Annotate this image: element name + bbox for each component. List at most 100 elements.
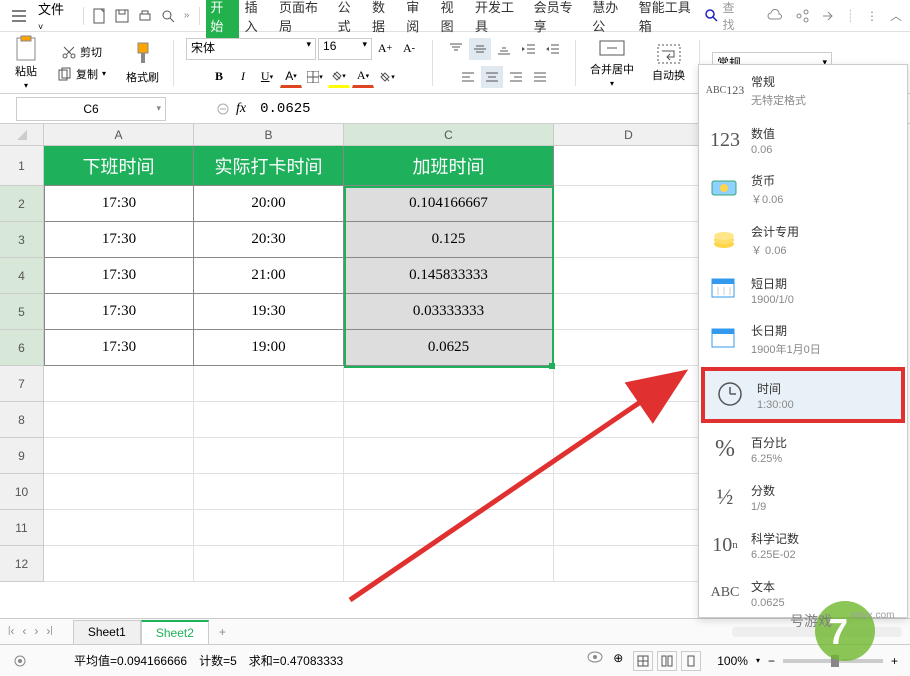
cell[interactable]: 19:00: [194, 330, 344, 366]
format-option-general[interactable]: ABC123常规无特定格式: [699, 65, 907, 116]
cell[interactable]: 17:30: [44, 294, 194, 330]
tab-view[interactable]: 视图: [437, 0, 469, 39]
cell[interactable]: 20:30: [194, 222, 344, 258]
cell[interactable]: 0.104166667: [344, 186, 554, 222]
cell[interactable]: [194, 366, 344, 402]
row-header-5[interactable]: 5: [0, 294, 44, 330]
tab-smart-tools[interactable]: 智能工具箱: [635, 0, 704, 39]
share-icon[interactable]: [795, 9, 809, 23]
print-icon[interactable]: [135, 5, 156, 27]
row-header-2[interactable]: 2: [0, 186, 44, 222]
collapse-ribbon-icon[interactable]: ︿: [890, 7, 902, 24]
cell[interactable]: [44, 402, 194, 438]
row-header-3[interactable]: 3: [0, 222, 44, 258]
row-header-11[interactable]: 11: [0, 510, 44, 546]
cell[interactable]: [554, 510, 704, 546]
cell[interactable]: 0.145833333: [344, 258, 554, 294]
cell[interactable]: [44, 438, 194, 474]
tab-dev-tools[interactable]: 开发工具: [471, 0, 528, 39]
format-option-fraction[interactable]: ½分数 1/9: [699, 473, 907, 521]
sheet-tab-sheet2[interactable]: Sheet2: [141, 620, 209, 644]
format-option-accounting[interactable]: 会计专用￥ 0.06: [699, 215, 907, 266]
column-header-A[interactable]: A: [44, 124, 194, 146]
copy-button[interactable]: 复制▾: [54, 64, 110, 84]
view-break-button[interactable]: [681, 651, 701, 671]
tab-review[interactable]: 审阅: [402, 0, 434, 39]
cell[interactable]: [44, 546, 194, 582]
align-left-button[interactable]: [457, 66, 479, 88]
save-icon[interactable]: [112, 5, 133, 27]
formula-input[interactable]: [252, 101, 652, 117]
record-macro-icon[interactable]: [12, 653, 28, 669]
cell[interactable]: 0.125: [344, 222, 554, 258]
tab-page-layout[interactable]: 页面布局: [275, 0, 332, 39]
sheet-nav-next[interactable]: ›: [34, 624, 38, 639]
cell[interactable]: 17:30: [44, 330, 194, 366]
new-file-icon[interactable]: [90, 5, 111, 27]
align-bottom-button[interactable]: [493, 38, 515, 60]
cell[interactable]: 21:00: [194, 258, 344, 294]
font-color-a-button[interactable]: A▾: [280, 66, 302, 88]
name-box[interactable]: C6: [16, 97, 166, 121]
zoom-level[interactable]: 100%: [717, 654, 748, 668]
focus-icon[interactable]: ⊕: [613, 651, 623, 671]
decrease-font-button[interactable]: A-: [398, 38, 420, 60]
cell[interactable]: 下班时间: [44, 146, 194, 186]
cut-button[interactable]: 剪切: [58, 42, 106, 62]
merge-center-button[interactable]: 合并居中▾: [584, 35, 640, 90]
cell[interactable]: [194, 438, 344, 474]
font-family-select[interactable]: 宋体▾: [186, 38, 316, 60]
row-header-10[interactable]: 10: [0, 474, 44, 510]
tab-data[interactable]: 数据: [368, 0, 400, 39]
tab-member[interactable]: 会员专享: [530, 0, 587, 39]
increase-font-button[interactable]: A+: [374, 38, 396, 60]
cell[interactable]: [344, 510, 554, 546]
export-icon[interactable]: [821, 9, 835, 23]
row-header-9[interactable]: 9: [0, 438, 44, 474]
wrap-text-button[interactable]: 自动换: [646, 41, 691, 85]
add-sheet-button[interactable]: +: [209, 621, 236, 643]
cell[interactable]: [344, 366, 554, 402]
cell[interactable]: [194, 474, 344, 510]
row-header-1[interactable]: 1: [0, 146, 44, 186]
cell[interactable]: 17:30: [44, 222, 194, 258]
column-header-C[interactable]: C: [344, 124, 554, 146]
row-header-6[interactable]: 6: [0, 330, 44, 366]
cloud-icon[interactable]: [767, 9, 783, 23]
fill-color-button[interactable]: ▾: [328, 66, 350, 88]
clear-format-button[interactable]: ▾: [376, 66, 398, 88]
format-option-scientific[interactable]: 10n科学记数6.25E-02: [699, 521, 907, 569]
cell[interactable]: [554, 330, 704, 366]
cell[interactable]: [554, 258, 704, 294]
increase-indent-button[interactable]: [541, 38, 563, 60]
sheet-nav-prev[interactable]: ‹: [22, 624, 26, 639]
cancel-formula-icon[interactable]: [216, 102, 230, 116]
align-middle-button[interactable]: [469, 38, 491, 60]
align-right-button[interactable]: [505, 66, 527, 88]
cell[interactable]: 0.0625: [344, 330, 554, 366]
justify-button[interactable]: [529, 66, 551, 88]
align-center-button[interactable]: [481, 66, 503, 88]
border-button[interactable]: ▾: [304, 66, 326, 88]
column-header-B[interactable]: B: [194, 124, 344, 146]
sheet-nav-first[interactable]: ꘡‹: [8, 624, 14, 639]
decrease-indent-button[interactable]: [517, 38, 539, 60]
cell[interactable]: [44, 474, 194, 510]
overflow-icon[interactable]: »: [184, 10, 190, 21]
cell[interactable]: [554, 474, 704, 510]
cell[interactable]: [554, 402, 704, 438]
cell[interactable]: 20:00: [194, 186, 344, 222]
row-header-7[interactable]: 7: [0, 366, 44, 402]
tab-formula[interactable]: 公式: [334, 0, 366, 39]
align-top-button[interactable]: [445, 38, 467, 60]
underline-button[interactable]: U▾: [256, 66, 278, 88]
paste-button[interactable]: 粘贴▾: [8, 33, 44, 92]
format-painter-button[interactable]: 格式刷: [120, 39, 165, 87]
cell[interactable]: [554, 146, 704, 186]
font-size-select[interactable]: 16▾: [318, 38, 372, 60]
format-option-number[interactable]: 123数值0.06: [699, 116, 907, 164]
format-option-long_date[interactable]: 长日期1900年1月0日: [699, 314, 907, 365]
column-header-D[interactable]: D: [554, 124, 704, 146]
cell[interactable]: [554, 366, 704, 402]
preview-icon[interactable]: [157, 5, 178, 27]
